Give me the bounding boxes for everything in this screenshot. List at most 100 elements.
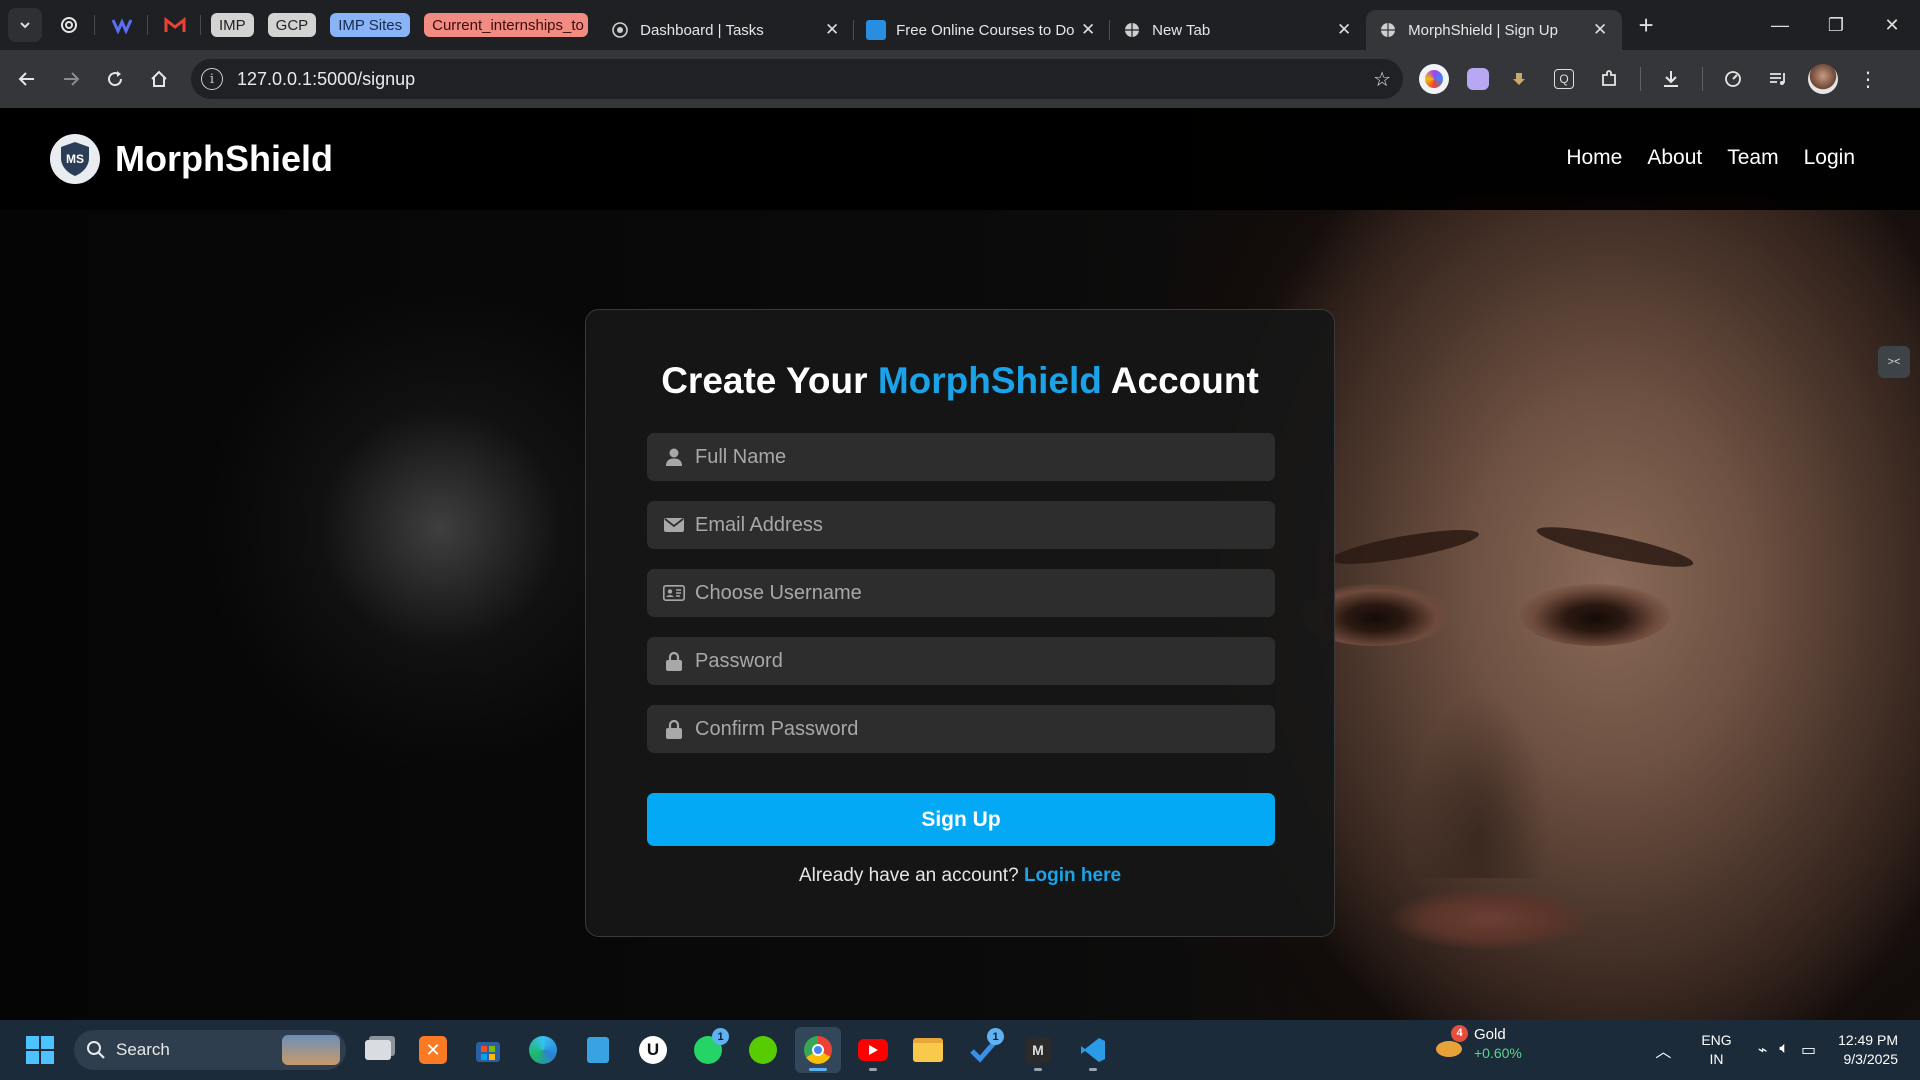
globe-icon: [1378, 20, 1398, 40]
extension-ai-icon[interactable]: [1419, 64, 1449, 94]
tab-group-internships[interactable]: Current_internships_to: [424, 13, 589, 37]
duolingo-icon[interactable]: [740, 1027, 786, 1073]
back-button[interactable]: [5, 57, 49, 101]
chrome-icon[interactable]: [795, 1027, 841, 1073]
nav-home-link[interactable]: Home: [1566, 146, 1622, 170]
password-input[interactable]: [695, 649, 1275, 673]
media-controls-icon[interactable]: [1763, 64, 1793, 94]
close-icon[interactable]: ✕: [1590, 20, 1610, 40]
close-icon[interactable]: ✕: [1078, 20, 1098, 40]
minimize-icon[interactable]: —: [1752, 0, 1808, 50]
pinned-tab-gmail[interactable]: [156, 8, 194, 42]
divider: [94, 15, 95, 35]
full-name-input[interactable]: [695, 445, 1275, 469]
restore-icon[interactable]: ❐: [1808, 0, 1864, 50]
show-hidden-icons-icon[interactable]: ︿: [1655, 1038, 1671, 1062]
active-indicator: [809, 1068, 827, 1071]
url-text[interactable]: 127.0.0.1:5000/signup: [237, 69, 1373, 90]
tab-group-imp-sites[interactable]: IMP Sites: [330, 13, 411, 37]
taskbar-search-box[interactable]: Search: [74, 1030, 346, 1070]
close-icon[interactable]: ✕: [1334, 20, 1354, 40]
forward-button[interactable]: [49, 57, 93, 101]
floating-extension-icon[interactable]: ><: [1878, 346, 1910, 378]
region-code: IN: [1709, 1051, 1724, 1067]
confirm-password-field[interactable]: [647, 705, 1275, 753]
gmail-icon: [164, 17, 186, 32]
extension-q-icon[interactable]: Q: [1549, 64, 1579, 94]
email-field[interactable]: [647, 501, 1275, 549]
pinned-tab-chatgpt[interactable]: [50, 8, 88, 42]
user-icon: [663, 447, 685, 467]
edge-icon[interactable]: [520, 1027, 566, 1073]
windows-logo-icon: [26, 1036, 54, 1064]
login-here-link[interactable]: Login here: [1024, 865, 1121, 886]
confirm-password-input[interactable]: [695, 717, 1275, 741]
tab-morphshield-signup[interactable]: MorphShield | Sign Up ✕: [1366, 10, 1623, 50]
close-window-icon[interactable]: ✕: [1864, 0, 1920, 50]
network-icon: ⌁: [1757, 1042, 1768, 1059]
chevron-down-icon: [20, 22, 30, 29]
extension-chat-icon[interactable]: [1467, 68, 1489, 90]
running-indicator: [869, 1068, 877, 1071]
morphshield-logo[interactable]: MS: [50, 134, 100, 184]
full-name-field[interactable]: [647, 433, 1275, 481]
nav-about-link[interactable]: About: [1647, 146, 1702, 170]
quick-settings[interactable]: ⌁ 🔈︎ ▭: [1758, 1040, 1816, 1060]
pinned-tab-app[interactable]: [103, 8, 141, 42]
shield-icon: MS: [61, 142, 89, 176]
market-widget[interactable]: 4 Gold +0.60%: [1434, 1024, 1522, 1061]
address-bar[interactable]: i 127.0.0.1:5000/signup ☆: [191, 59, 1403, 99]
performance-icon[interactable]: [1718, 64, 1748, 94]
sign-up-button[interactable]: Sign Up: [647, 793, 1275, 846]
reload-button[interactable]: [93, 57, 137, 101]
nav-login-link[interactable]: Login: [1804, 146, 1855, 170]
vscode-icon[interactable]: [1070, 1027, 1116, 1073]
file-explorer-icon[interactable]: [905, 1027, 951, 1073]
m-app-icon[interactable]: M: [1015, 1027, 1061, 1073]
browser-menu-icon[interactable]: ⋮: [1853, 64, 1883, 94]
notepad-icon[interactable]: [575, 1027, 621, 1073]
tab-courses[interactable]: Free Online Courses to Do ✕: [854, 10, 1111, 50]
username-field[interactable]: [647, 569, 1275, 617]
whatsapp-icon[interactable]: 1: [685, 1027, 731, 1073]
brand-name[interactable]: MorphShield: [115, 138, 333, 180]
tab-search-button[interactable]: [8, 8, 42, 42]
system-tray: ︿ ENG IN ⌁ 🔈︎ ▭ 12:49 PM 9/3/2025: [1655, 1020, 1898, 1080]
password-field[interactable]: [647, 637, 1275, 685]
tab-dashboard[interactable]: Dashboard | Tasks ✕: [598, 10, 855, 50]
browser-tab-strip: IMP GCP IMP Sites Current_internships_to…: [0, 0, 1920, 50]
wave-logo-icon: [111, 18, 133, 34]
search-label: Search: [116, 1040, 170, 1059]
extensions-puzzle-icon[interactable]: [1594, 64, 1624, 94]
bookmark-star-icon[interactable]: ☆: [1373, 67, 1391, 92]
new-tab-button[interactable]: +: [1630, 9, 1662, 41]
youtube-icon[interactable]: [850, 1027, 896, 1073]
tab-group-imp[interactable]: IMP: [211, 13, 254, 37]
downloads-icon[interactable]: [1656, 64, 1686, 94]
input-language[interactable]: ENG IN: [1701, 1031, 1731, 1069]
upwork-icon[interactable]: U: [630, 1027, 676, 1073]
xampp-icon[interactable]: ✕: [410, 1027, 456, 1073]
site-info-icon[interactable]: i: [201, 68, 223, 90]
email-input[interactable]: [695, 513, 1275, 537]
close-icon[interactable]: ✕: [822, 20, 842, 40]
notification-badge: 1: [987, 1028, 1004, 1045]
username-input[interactable]: [695, 581, 1275, 605]
extension-download-arrow-icon[interactable]: [1504, 64, 1534, 94]
home-button[interactable]: [137, 57, 181, 101]
microsoft-store-icon[interactable]: [465, 1027, 511, 1073]
todo-icon[interactable]: 1: [960, 1027, 1006, 1073]
battery-icon: ▭: [1800, 1042, 1817, 1059]
login-prompt: Already have an account? Login here: [586, 865, 1334, 887]
title-suffix: Account: [1110, 360, 1259, 401]
task-view-icon[interactable]: [355, 1027, 401, 1073]
lock-icon: [663, 651, 685, 671]
nav-team-link[interactable]: Team: [1727, 146, 1778, 170]
clock[interactable]: 12:49 PM 9/3/2025: [1838, 1031, 1898, 1069]
signup-card: Create Your MorphShield Account Full Nam…: [585, 309, 1335, 937]
start-button[interactable]: [18, 1028, 62, 1072]
tab-group-gcp[interactable]: GCP: [267, 13, 317, 37]
arrow-left-icon: [18, 72, 34, 86]
tab-new-tab[interactable]: New Tab ✕: [1110, 10, 1366, 50]
profile-avatar[interactable]: [1808, 64, 1838, 94]
